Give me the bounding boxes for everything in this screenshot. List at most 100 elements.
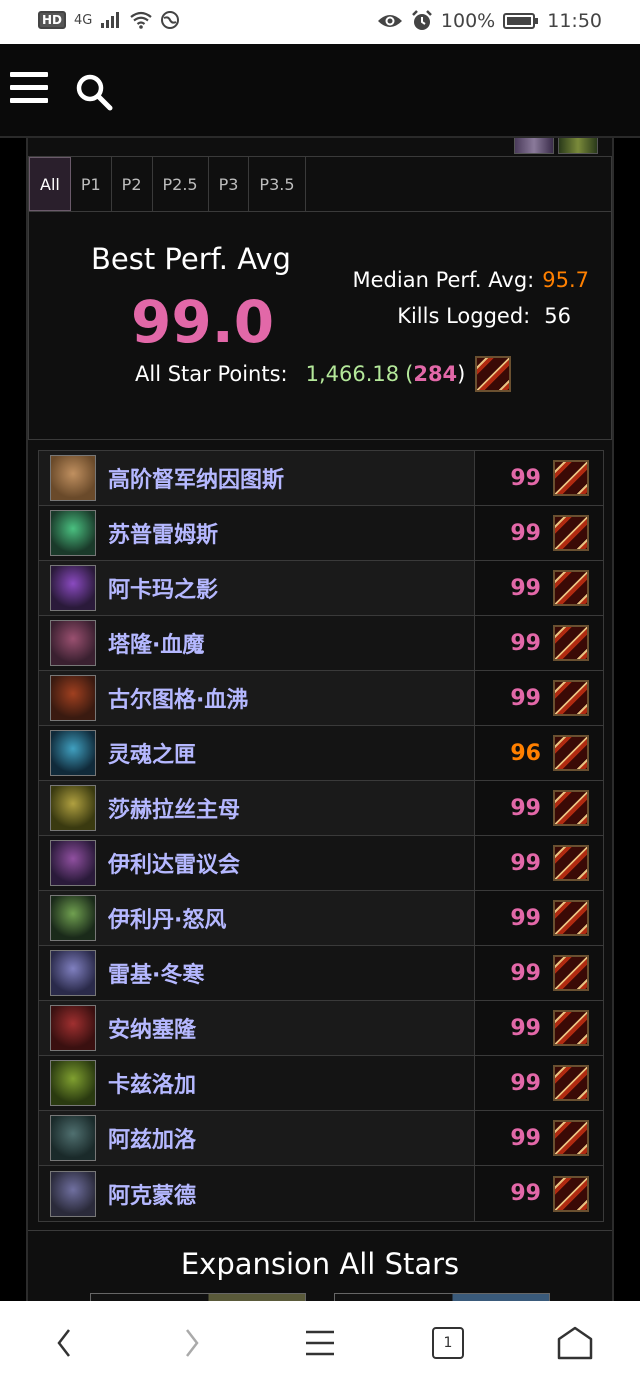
boss-name-cell: 高阶督军纳因图斯 xyxy=(39,451,475,505)
boss-score-cell: 99 xyxy=(475,891,603,945)
boss-name[interactable]: 阿兹加洛 xyxy=(108,1122,196,1154)
all-star-rank: 284 xyxy=(413,362,458,386)
performance-summary: Best Perf. Avg 99.0 Median Perf. Avg: 95.… xyxy=(28,212,612,440)
spec-icon xyxy=(553,1010,589,1046)
eye-icon xyxy=(377,15,402,27)
spec-icon xyxy=(553,625,589,661)
status-bar: HD 4G 100% 11:50 xyxy=(0,0,640,44)
boss-score: 99 xyxy=(510,960,541,986)
boss-score: 99 xyxy=(510,465,541,491)
class-icon[interactable] xyxy=(514,138,554,154)
boss-row[interactable]: 苏普雷姆斯 99 xyxy=(39,506,603,561)
boss-score: 99 xyxy=(510,850,541,876)
tab-all[interactable]: All xyxy=(29,157,71,211)
boss-row[interactable]: 灵魂之匣 96 xyxy=(39,726,603,781)
boss-name[interactable]: 雷基·冬寒 xyxy=(108,957,204,989)
boss-score: 99 xyxy=(510,1125,541,1151)
spec-icon xyxy=(475,356,512,392)
network-type: 4G xyxy=(74,12,93,28)
boss-name[interactable]: 卡兹洛加 xyxy=(108,1067,196,1099)
chevron-left-icon xyxy=(57,1329,70,1357)
boss-row[interactable]: 古尔图格·血沸 99 xyxy=(39,671,603,726)
boss-row[interactable]: 雷基·冬寒 99 xyxy=(39,946,603,1001)
boss-score-cell: 99 xyxy=(475,616,603,670)
tab-p2[interactable]: P2 xyxy=(112,157,153,211)
boss-score: 99 xyxy=(510,630,541,656)
boss-row[interactable]: 莎赫拉丝主母 99 xyxy=(39,781,603,836)
boss-row[interactable]: 阿兹加洛 99 xyxy=(39,1111,603,1166)
boss-score-cell: 99 xyxy=(475,561,603,615)
tab-p1[interactable]: P1 xyxy=(71,157,112,211)
boss-name[interactable]: 高阶督军纳因图斯 xyxy=(108,462,284,494)
boss-row[interactable]: 伊利丹·怒风 99 xyxy=(39,891,603,946)
boss-portrait-icon xyxy=(50,895,96,941)
spec-icon xyxy=(553,955,589,991)
boss-name[interactable]: 伊利丹·怒风 xyxy=(108,902,226,934)
boss-score: 99 xyxy=(510,1015,541,1041)
tabs-button[interactable]: 1 xyxy=(430,1323,466,1363)
menu-button[interactable] xyxy=(302,1323,338,1363)
boss-portrait-icon xyxy=(50,1005,96,1051)
boss-score: 99 xyxy=(510,685,541,711)
boss-score: 99 xyxy=(510,575,541,601)
tab-p2-5[interactable]: P2.5 xyxy=(153,157,209,211)
boss-score-cell: 99 xyxy=(475,781,603,835)
boss-name[interactable]: 古尔图格·血沸 xyxy=(108,682,248,714)
median-perf: Median Perf. Avg: 95.7 xyxy=(353,268,589,292)
back-button[interactable] xyxy=(48,1323,80,1363)
boss-name-cell: 灵魂之匣 xyxy=(39,726,475,780)
all-star-label: All Star Points: xyxy=(135,362,288,386)
spec-icon xyxy=(553,735,589,771)
boss-row[interactable]: 伊利达雷议会 99 xyxy=(39,836,603,891)
boss-row[interactable]: 安纳塞隆 99 xyxy=(39,1001,603,1056)
kills-logged-label: Kills Logged: xyxy=(397,304,531,328)
boss-row[interactable]: 塔隆·血魔 99 xyxy=(39,616,603,671)
spec-icon xyxy=(553,1065,589,1101)
boss-name[interactable]: 苏普雷姆斯 xyxy=(108,517,218,549)
spec-icon xyxy=(553,680,589,716)
boss-row[interactable]: 阿卡玛之影 99 xyxy=(39,561,603,616)
boss-row[interactable]: 卡兹洛加 99 xyxy=(39,1056,603,1111)
close-paren: ) xyxy=(457,362,466,386)
menu-lines-icon xyxy=(306,1330,334,1356)
best-perf-label: Best Perf. Avg xyxy=(91,242,291,276)
boss-score-cell: 99 xyxy=(475,451,603,505)
spec-icon xyxy=(553,1120,589,1156)
menu-icon[interactable] xyxy=(10,72,48,104)
battery-percent: 100% xyxy=(440,10,496,32)
browser-nav-bar: 1 xyxy=(0,1301,640,1386)
boss-portrait-icon xyxy=(50,785,96,831)
boss-name-cell: 安纳塞隆 xyxy=(39,1001,475,1055)
boss-name[interactable]: 安纳塞隆 xyxy=(108,1012,196,1044)
boss-name-cell: 苏普雷姆斯 xyxy=(39,506,475,560)
boss-name[interactable]: 伊利达雷议会 xyxy=(108,847,240,879)
boss-portrait-icon xyxy=(50,1170,96,1217)
best-perf-value: 99.0 xyxy=(131,288,275,356)
tab-p3-5[interactable]: P3.5 xyxy=(249,157,306,211)
forward-button[interactable] xyxy=(176,1323,208,1363)
boss-row[interactable]: 高阶督军纳因图斯 99 xyxy=(39,451,603,506)
boss-portrait-icon xyxy=(50,455,96,501)
tab-count: 1 xyxy=(443,1335,453,1351)
search-icon[interactable] xyxy=(74,72,114,112)
all-star-points: All Star Points: 1,466.18 (284) xyxy=(135,356,512,392)
tab-count-box: 1 xyxy=(432,1327,464,1359)
boss-name[interactable]: 阿克蒙德 xyxy=(108,1178,196,1210)
home-button[interactable] xyxy=(556,1323,594,1363)
boss-name[interactable]: 莎赫拉丝主母 xyxy=(108,792,240,824)
header-icons xyxy=(514,138,598,154)
boss-name-cell: 莎赫拉丝主母 xyxy=(39,781,475,835)
boss-score-cell: 99 xyxy=(475,1001,603,1055)
boss-row[interactable]: 阿克蒙德 99 xyxy=(39,1166,603,1221)
spec-icon xyxy=(553,900,589,936)
expansion-all-stars: Expansion All Stars xyxy=(28,1230,612,1303)
boss-score-cell: 99 xyxy=(475,671,603,725)
boss-name-cell: 雷基·冬寒 xyxy=(39,946,475,1000)
boss-name[interactable]: 塔隆·血魔 xyxy=(108,627,204,659)
spec-icon xyxy=(553,845,589,881)
boss-name[interactable]: 阿卡玛之影 xyxy=(108,572,218,604)
tab-p3[interactable]: P3 xyxy=(209,157,250,211)
boss-score: 99 xyxy=(510,795,541,821)
boss-name[interactable]: 灵魂之匣 xyxy=(108,737,196,769)
spec-icon[interactable] xyxy=(558,138,598,154)
